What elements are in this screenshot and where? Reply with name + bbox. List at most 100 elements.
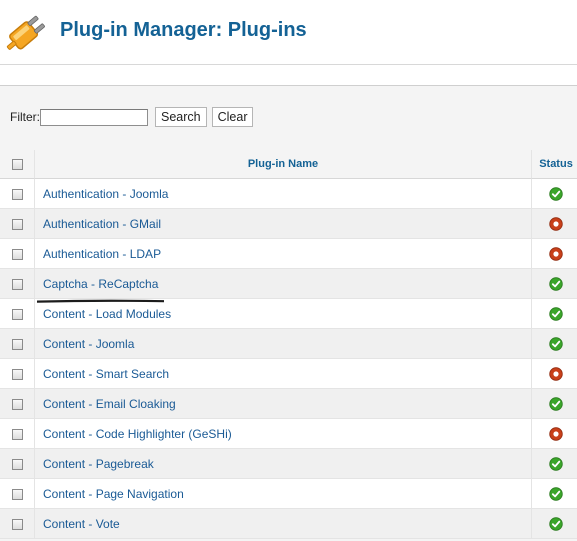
plugin-name-link[interactable]: Content - Page Navigation [43, 487, 184, 501]
row-checkbox-cell [0, 509, 35, 539]
status-cell [532, 209, 577, 239]
filter-label: Filter: [10, 110, 40, 124]
plugin-name-link[interactable]: Content - Vote [43, 517, 120, 531]
plugin-name-link[interactable]: Content - Joomla [43, 337, 134, 351]
status-cell [532, 359, 577, 389]
row-checkbox[interactable] [11, 338, 23, 350]
table-row: Content - Vote [0, 509, 577, 539]
disabled-circle-icon[interactable] [549, 247, 563, 261]
plugin-name-link[interactable]: Content - Smart Search [43, 367, 169, 381]
enabled-check-icon[interactable] [549, 457, 563, 471]
table-row: Authentication - Joomla [0, 179, 577, 209]
row-checkbox[interactable] [11, 488, 23, 500]
enabled-check-icon[interactable] [549, 397, 563, 411]
row-checkbox-cell [0, 359, 35, 389]
plugin-name-cell: Content - Vote [35, 509, 532, 539]
table-row: Content - Email Cloaking [0, 389, 577, 419]
plug-icon [0, 8, 52, 56]
row-checkbox-cell [0, 209, 35, 239]
row-checkbox-cell [0, 479, 35, 509]
enabled-check-icon[interactable] [549, 187, 563, 201]
plugin-name-cell: Captcha - ReCaptcha [35, 269, 532, 303]
table-row: Content - Load Modules [0, 299, 577, 329]
plugin-name-link[interactable]: Content - Email Cloaking [43, 397, 176, 411]
enabled-check-icon[interactable] [549, 277, 563, 291]
enabled-check-icon[interactable] [549, 517, 563, 531]
plugin-name-cell: Content - Code Highlighter (GeSHi) [35, 419, 532, 449]
row-checkbox[interactable] [11, 188, 23, 200]
page-title: Plug-in Manager: Plug-ins [60, 19, 307, 41]
plugin-name-link[interactable]: Authentication - Joomla [43, 187, 168, 201]
disabled-circle-icon[interactable] [549, 367, 563, 381]
table-row: Content - Code Highlighter (GeSHi) [0, 419, 577, 449]
row-checkbox-cell [0, 269, 35, 299]
plugin-name-cell: Content - Smart Search [35, 359, 532, 389]
plugin-name-cell: Content - Page Navigation [35, 479, 532, 509]
table-row: Captcha - ReCaptcha [0, 269, 577, 303]
page-header: Plug-in Manager: Plug-ins [0, 0, 577, 64]
disabled-circle-icon[interactable] [549, 217, 563, 231]
row-checkbox[interactable] [11, 398, 23, 410]
plugin-name-link[interactable]: Authentication - LDAP [43, 247, 161, 261]
search-button[interactable]: Search [155, 107, 207, 127]
plugin-name-link[interactable]: Content - Load Modules [43, 307, 171, 321]
row-checkbox[interactable] [11, 368, 23, 380]
row-checkbox-cell [0, 329, 35, 359]
plugin-name-cell: Content - Pagebreak [35, 449, 532, 479]
table-row: Authentication - GMail [0, 209, 577, 239]
row-checkbox[interactable] [11, 278, 23, 290]
table-row: Content - Page Navigation [0, 479, 577, 509]
status-cell [532, 389, 577, 419]
disabled-circle-icon[interactable] [549, 427, 563, 441]
plugin-name-link[interactable]: Content - Pagebreak [43, 457, 154, 471]
content-area: Filter: Search Clear Plug-in Name Status… [0, 86, 577, 541]
row-checkbox[interactable] [11, 248, 23, 260]
enabled-check-icon[interactable] [549, 307, 563, 321]
column-header-status[interactable]: Status [532, 150, 577, 179]
row-checkbox-cell [0, 239, 35, 269]
plugins-table: Plug-in Name Status Authentication - Joo… [0, 150, 577, 539]
status-cell [532, 419, 577, 449]
clear-button[interactable]: Clear [211, 107, 254, 127]
status-cell [532, 329, 577, 359]
status-cell [532, 179, 577, 209]
table-row: Authentication - LDAP [0, 239, 577, 269]
status-cell [532, 239, 577, 269]
table-row: Content - Joomla [0, 329, 577, 359]
row-checkbox-cell [0, 299, 35, 329]
plugin-name-cell: Authentication - Joomla [35, 179, 532, 209]
plugin-name-cell: Content - Joomla [35, 329, 532, 359]
plugin-name-link[interactable]: Content - Code Highlighter (GeSHi) [43, 427, 232, 441]
filter-input[interactable] [40, 108, 148, 126]
row-checkbox[interactable] [11, 308, 23, 320]
plugin-name-link[interactable]: Authentication - GMail [43, 217, 161, 231]
row-checkbox[interactable] [11, 518, 23, 530]
toolbar-strip [0, 65, 577, 85]
status-cell [532, 479, 577, 509]
filter-bar: Filter: Search Clear [10, 106, 258, 128]
enabled-check-icon[interactable] [549, 487, 563, 501]
row-checkbox[interactable] [11, 428, 23, 440]
row-checkbox[interactable] [11, 458, 23, 470]
table-header-row: Plug-in Name Status [0, 150, 577, 179]
status-cell [532, 299, 577, 329]
table-row: Content - Smart Search [0, 359, 577, 389]
table-row: Content - Pagebreak [0, 449, 577, 479]
status-cell [532, 269, 577, 299]
row-checkbox[interactable] [11, 218, 23, 230]
row-checkbox-cell [0, 179, 35, 209]
row-checkbox-cell [0, 419, 35, 449]
select-all-cell [0, 150, 35, 179]
row-checkbox-cell [0, 449, 35, 479]
plugin-name-cell: Authentication - GMail [35, 209, 532, 239]
select-all-checkbox[interactable] [11, 158, 23, 170]
highlight-underline-mark [35, 292, 166, 303]
enabled-check-icon[interactable] [549, 337, 563, 351]
row-checkbox-cell [0, 389, 35, 419]
plugin-name-cell: Content - Email Cloaking [35, 389, 532, 419]
plugin-name-link[interactable]: Captcha - ReCaptcha [35, 277, 166, 303]
plugin-name-cell: Authentication - LDAP [35, 239, 532, 269]
column-header-name[interactable]: Plug-in Name [35, 150, 532, 179]
status-cell [532, 509, 577, 539]
plugin-name-cell: Content - Load Modules [35, 299, 532, 329]
